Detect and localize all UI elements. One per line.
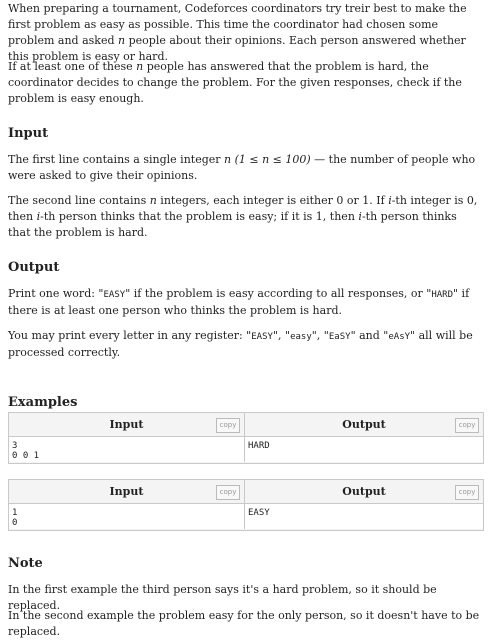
copy-output-button[interactable]: copy (455, 485, 479, 500)
example-1: Input copy Output copy 3 0 0 1 HARD (8, 412, 484, 464)
note-paragraph-2: In the second example the problem easy f… (8, 609, 480, 638)
input-heading: Input (8, 126, 49, 141)
intro-paragraph-2: If at least one of these n people has an… (8, 60, 462, 105)
example-1-output: HARD (245, 437, 483, 462)
example-output-text: EASY (248, 508, 270, 518)
example-output-text: HARD (248, 441, 270, 451)
example-2-output: EASY (245, 504, 483, 529)
output-title: Output (342, 485, 386, 498)
example-1-output-header: Output copy (245, 413, 483, 437)
example-2-input-header: Input copy (9, 480, 245, 504)
output-heading: Output (8, 260, 60, 275)
example-1-input-header: Input copy (9, 413, 245, 437)
examples-heading: Examples (8, 395, 78, 410)
copy-input-button[interactable]: copy (216, 485, 240, 500)
problem-statement: When preparing a tournament, Codeforces … (0, 0, 488, 638)
copy-output-button[interactable]: copy (455, 418, 479, 433)
input-paragraph-2: The second line contains n integers, eac… (8, 194, 478, 239)
output-title: Output (342, 418, 386, 431)
example-input-text: 1 0 (12, 508, 18, 528)
example-1-input: 3 0 0 1 (9, 437, 245, 462)
example-2-output-header: Output copy (245, 480, 483, 504)
example-2-input: 1 0 (9, 504, 245, 529)
input-title: Input (109, 418, 144, 431)
copy-input-button[interactable]: copy (216, 418, 240, 433)
example-2: Input copy Output copy 1 0 EASY (8, 479, 484, 531)
input-title: Input (109, 485, 144, 498)
output-paragraph-2: You may print every letter in any regist… (8, 329, 473, 359)
note-heading: Note (8, 556, 43, 571)
example-input-text: 3 0 0 1 (12, 441, 40, 461)
input-paragraph-1: The first line contains a single integer… (8, 153, 476, 182)
output-paragraph-1: Print one word: "EASY" if the problem is… (8, 287, 470, 317)
intro-paragraph-1: When preparing a tournament, Codeforces … (8, 2, 467, 63)
